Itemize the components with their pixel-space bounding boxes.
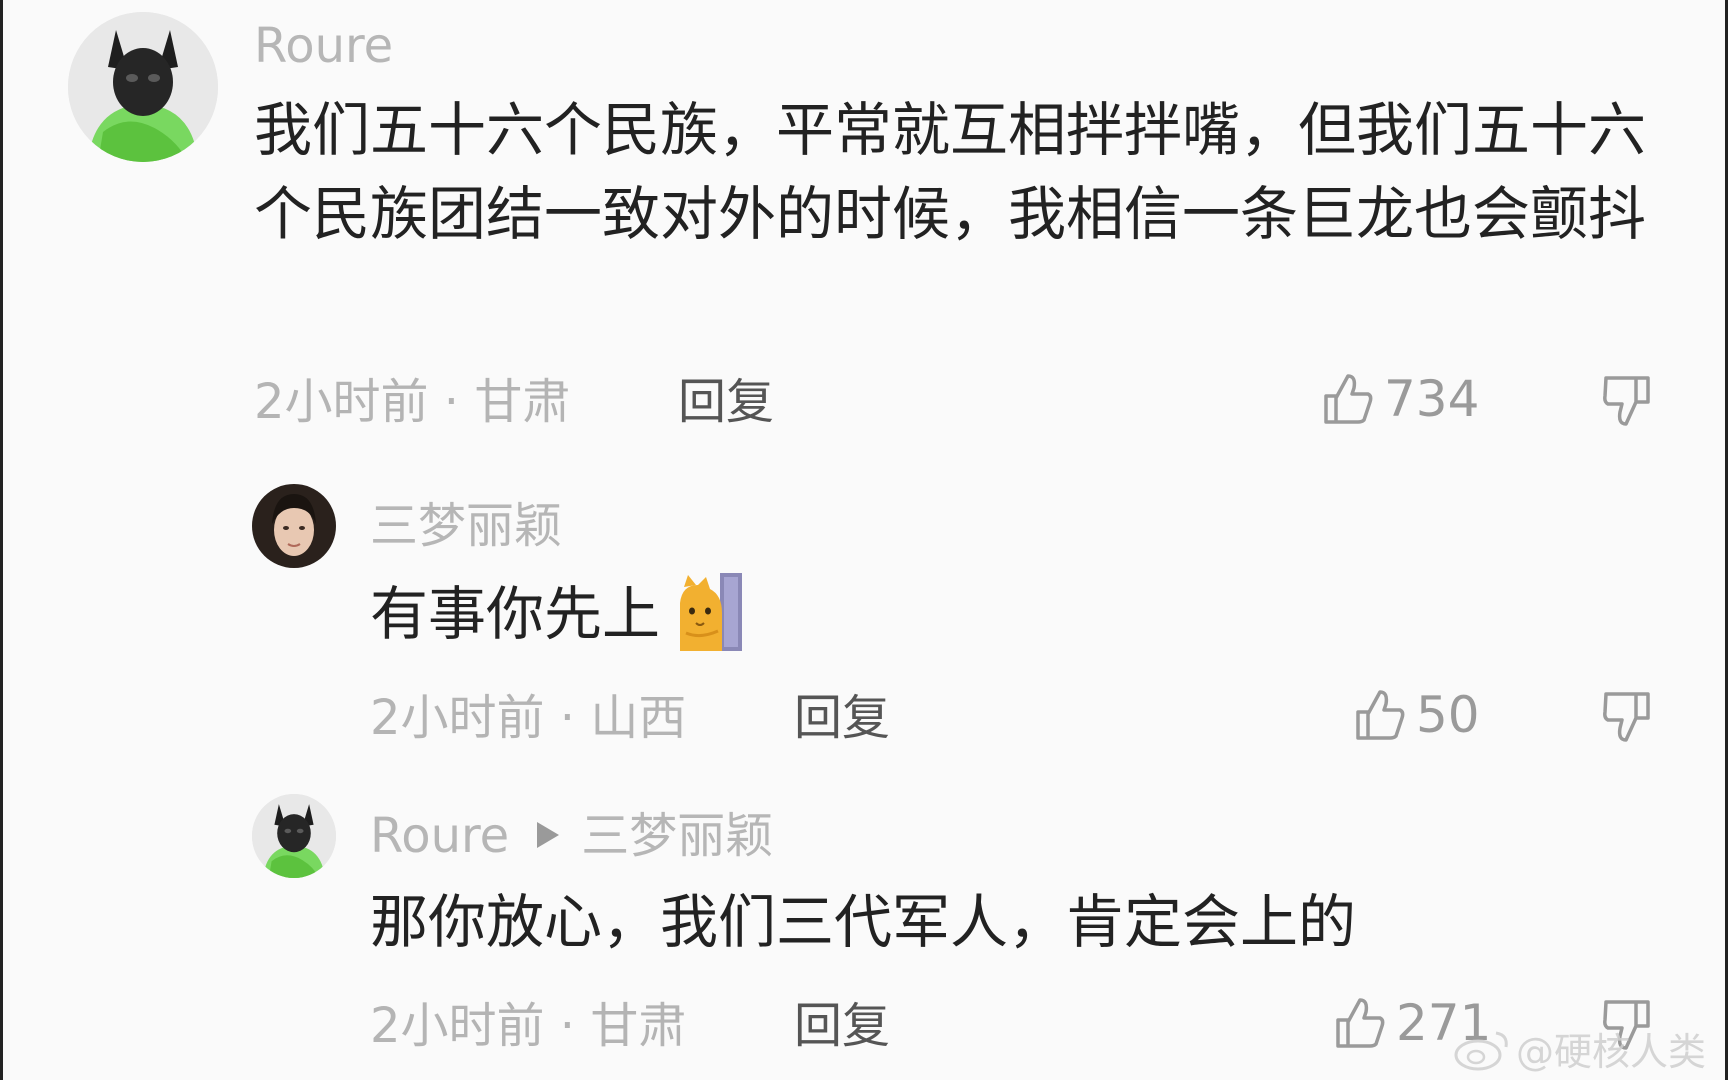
comment-thread: Roure 我们五十六个民族，平常就互相拌拌嘴，但我们五十六个民族团结一致对外的…	[0, 0, 1728, 1080]
comment-text: 我们五十六个民族，平常就互相拌拌嘴，但我们五十六个民族团结一致对外的时候，我相信…	[254, 96, 1647, 248]
comment-text: 那你放心，我们三代军人，肯定会上的	[370, 888, 1357, 956]
black-cat-avatar-icon	[68, 12, 218, 162]
watermark-text: @硬核人类	[1515, 1030, 1706, 1074]
comment-meta: 2小时前 · 甘肃	[370, 998, 687, 1054]
thumbs-up-icon	[1356, 690, 1405, 740]
watermark: @硬核人类	[1452, 1021, 1706, 1076]
peeking-cat-sticker-icon	[676, 572, 744, 651]
comment-username[interactable]: Roure	[254, 22, 393, 70]
like-button[interactable]: 50	[1350, 686, 1480, 744]
like-count: 734	[1384, 370, 1480, 428]
weibo-logo-icon	[1454, 1031, 1508, 1070]
thumbs-up-icon	[1324, 374, 1373, 424]
thumbs-down-icon	[1603, 376, 1650, 426]
comment-meta: 2小时前 · 甘肃	[254, 374, 571, 430]
comment-username[interactable]: 三梦丽颖	[370, 502, 562, 550]
woman-portrait-avatar-icon	[252, 484, 336, 568]
thumbs-up-icon	[1336, 998, 1385, 1048]
reply-button[interactable]: 回复	[678, 378, 774, 426]
black-cat-avatar-icon	[252, 794, 336, 878]
avatar[interactable]	[252, 794, 336, 878]
reply-button[interactable]: 回复	[794, 694, 890, 742]
thumbs-down-icon	[1603, 692, 1650, 742]
dislike-button[interactable]	[1598, 372, 1656, 430]
reply-target-username[interactable]: 三梦丽颖	[581, 808, 773, 864]
avatar[interactable]	[252, 484, 336, 568]
avatar[interactable]	[68, 12, 218, 162]
reply-arrow-icon	[537, 822, 560, 848]
comment-text-row: 有事你先上	[370, 572, 1570, 657]
comment-username[interactable]: Roure	[370, 808, 509, 864]
like-button[interactable]: 734	[1318, 370, 1479, 428]
left-border	[0, 0, 3, 1080]
comment-meta: 2小时前 · 山西	[370, 690, 687, 746]
reply-button[interactable]: 回复	[794, 1002, 890, 1050]
comment-text: 有事你先上	[370, 580, 661, 648]
like-count: 50	[1416, 686, 1480, 744]
comment-username-row: Roure 三梦丽颖	[370, 812, 773, 860]
dislike-button[interactable]	[1598, 688, 1656, 746]
